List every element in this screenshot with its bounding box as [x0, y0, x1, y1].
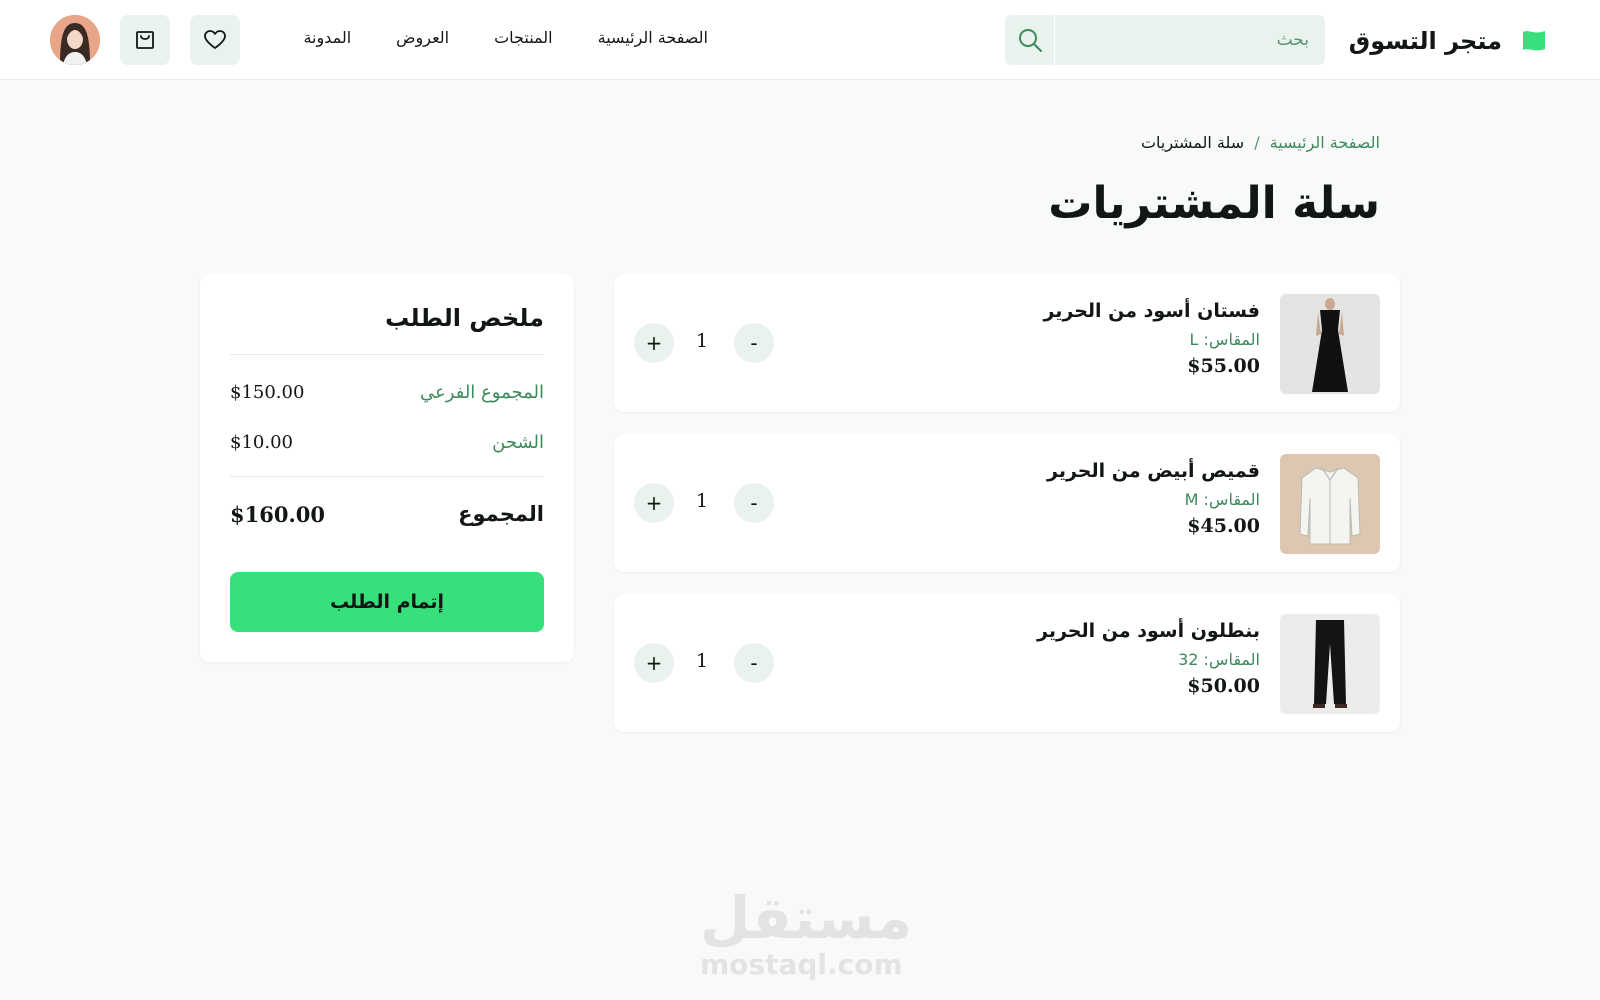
item-details: بنطلون أسود من الحرير المقاس: 32 $50.00 [1037, 620, 1260, 697]
wishlist-button[interactable] [190, 15, 240, 65]
total-row: المجموع $160.00 [230, 499, 544, 529]
increment-button[interactable]: + [634, 643, 674, 683]
nav-link-home[interactable]: الصفحة الرئيسية [598, 28, 708, 54]
search-bar [1005, 15, 1325, 65]
shopping-bag-icon [136, 31, 154, 49]
top-navigation-bar: متجر التسوق الصفحة الرئيسية المنتجات الع… [0, 0, 1600, 80]
decrement-button[interactable]: - [734, 483, 774, 523]
decrement-button[interactable]: - [734, 643, 774, 683]
order-summary: ملخص الطلب المجموع الفرعي $150.00 الشحن … [200, 274, 574, 662]
product-image-shirt[interactable] [1280, 454, 1380, 554]
item-price: $45.00 [1187, 515, 1260, 537]
item-details: فستان أسود من الحرير المقاس: L $55.00 [1043, 300, 1260, 377]
user-avatar[interactable] [50, 15, 100, 65]
quantity-value: 1 [695, 330, 709, 352]
item-size: المقاس: M [1184, 490, 1260, 509]
nav-link-products[interactable]: المنتجات [494, 28, 553, 54]
item-details: قميص أبيض من الحرير المقاس: M $45.00 [1047, 460, 1260, 537]
shipping-row: الشحن $10.00 [230, 427, 544, 457]
subtotal-row: المجموع الفرعي $150.00 [230, 377, 544, 407]
search-button[interactable] [1005, 15, 1055, 65]
total-value: $160.00 [230, 501, 325, 527]
watermark: مستقل mostaql.com [700, 884, 913, 986]
heart-icon [204, 30, 226, 49]
subtotal-label: المجموع الفرعي [420, 381, 544, 403]
main-nav: الصفحة الرئيسية المنتجات العروض المدونة [303, 28, 708, 54]
item-price: $50.00 [1187, 675, 1260, 697]
item-name[interactable]: قميص أبيض من الحرير [1047, 460, 1260, 482]
avatar-portrait [50, 15, 100, 65]
flag-logo-icon [1523, 31, 1545, 51]
item-size: المقاس: 32 [1178, 650, 1260, 669]
cart-button[interactable] [120, 15, 170, 65]
brand-name: متجر التسوق [1348, 27, 1502, 55]
brand[interactable]: متجر التسوق [1349, 24, 1548, 58]
summary-divider [230, 354, 544, 355]
shipping-label: الشحن [492, 431, 544, 453]
shipping-value: $10.00 [230, 431, 293, 453]
total-label: المجموع [458, 502, 544, 526]
shirt-image [1280, 454, 1380, 554]
pants-image [1280, 614, 1380, 714]
watermark-latin: mostaql.com [700, 948, 903, 981]
item-name[interactable]: فستان أسود من الحرير [1043, 300, 1260, 322]
search-icon [1018, 29, 1042, 52]
item-name[interactable]: بنطلون أسود من الحرير [1037, 620, 1260, 642]
increment-button[interactable]: + [634, 483, 674, 523]
watermark-arabic: مستقل [700, 884, 913, 952]
breadcrumb-home-link[interactable]: الصفحة الرئيسية [1270, 133, 1380, 152]
quantity-value: 1 [695, 490, 709, 512]
cart-item: فستان أسود من الحرير المقاس: L $55.00 - … [614, 274, 1400, 412]
breadcrumb-separator: / [1254, 133, 1260, 152]
nav-link-offers[interactable]: العروض [396, 28, 449, 54]
subtotal-value: $150.00 [230, 381, 305, 403]
quantity-value: 1 [695, 650, 709, 672]
checkout-button[interactable]: إتمام الطلب [230, 572, 544, 632]
dress-image [1280, 294, 1380, 394]
item-price: $55.00 [1187, 355, 1260, 377]
summary-divider [230, 476, 544, 477]
item-size: المقاس: L [1189, 330, 1260, 349]
summary-title: ملخص الطلب [385, 304, 544, 332]
breadcrumb-current: سلة المشتريات [1140, 133, 1245, 152]
increment-button[interactable]: + [634, 323, 674, 363]
nav-link-blog[interactable]: المدونة [303, 28, 351, 54]
breadcrumb: الصفحة الرئيسية / سلة المشتريات [1141, 133, 1380, 152]
product-image-pants[interactable] [1280, 614, 1380, 714]
product-image-dress[interactable] [1280, 294, 1380, 394]
decrement-button[interactable]: - [734, 323, 774, 363]
cart-item: بنطلون أسود من الحرير المقاس: 32 $50.00 … [614, 594, 1400, 732]
search-input[interactable] [1055, 15, 1325, 65]
cart-item: قميص أبيض من الحرير المقاس: M $45.00 - 1… [614, 434, 1400, 572]
page-title: سلة المشتريات [1048, 178, 1380, 229]
